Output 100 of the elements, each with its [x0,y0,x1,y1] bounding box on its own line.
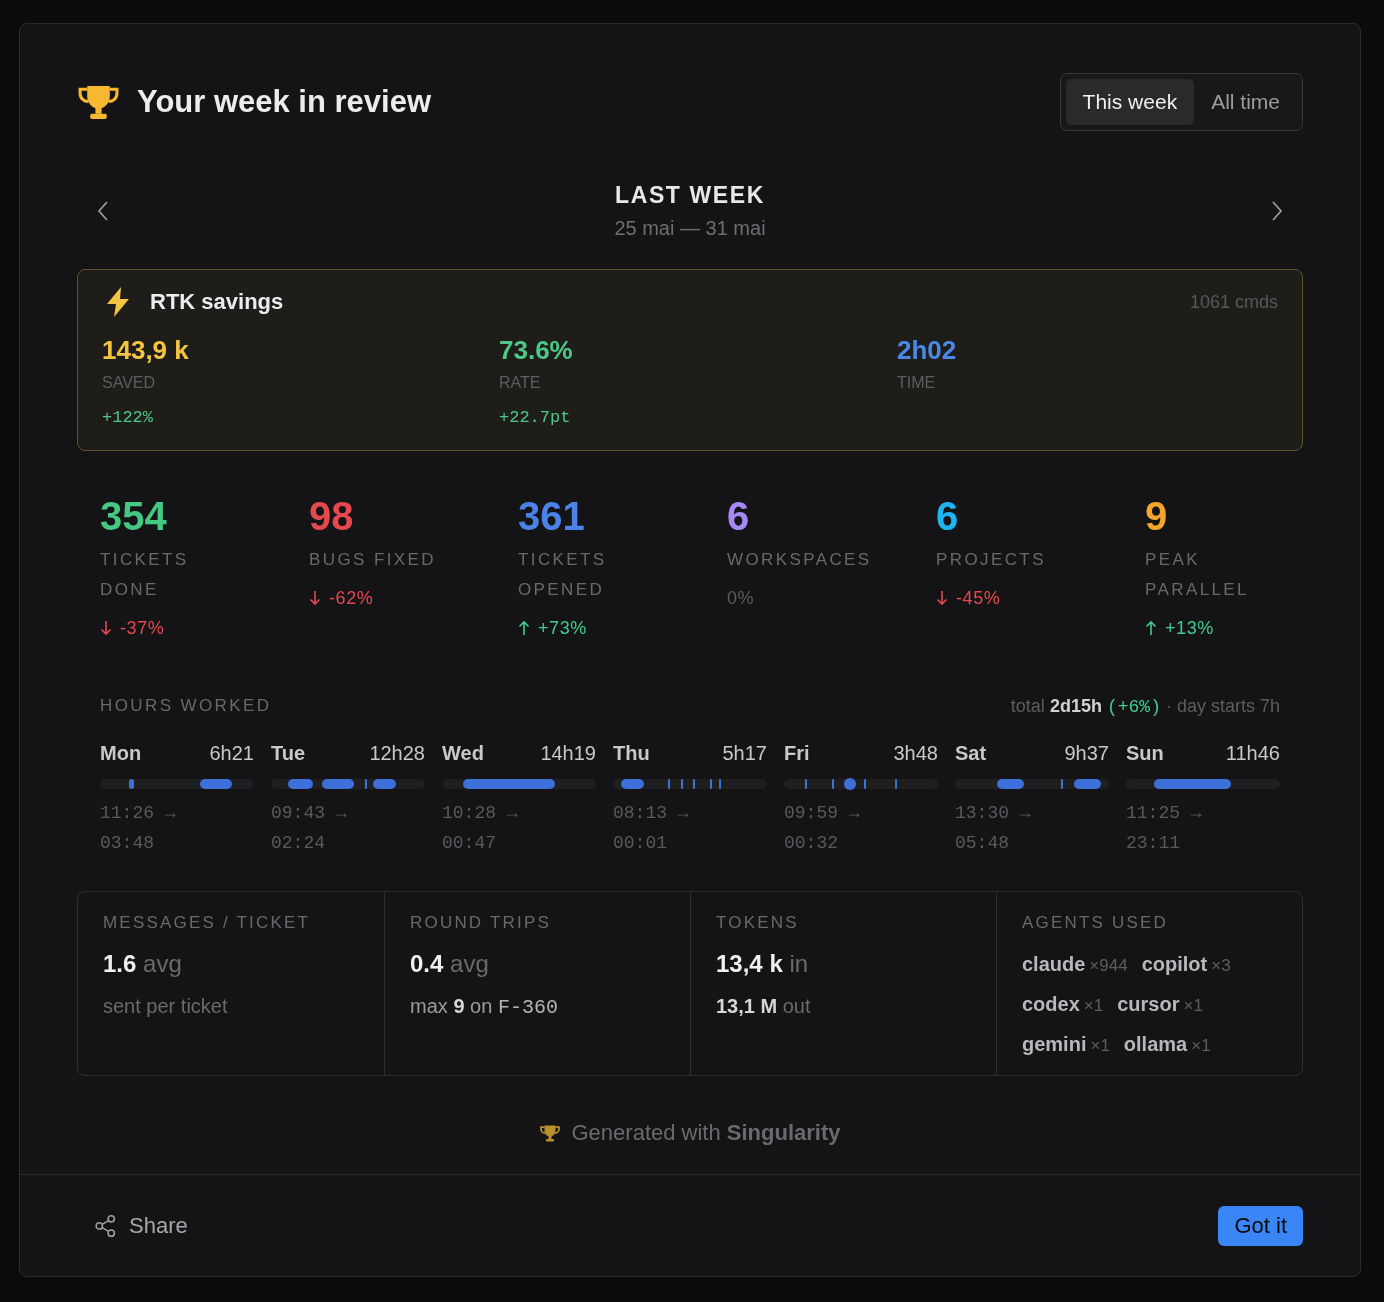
confirm-button[interactable]: Got it [1218,1205,1303,1246]
summary-detail: 13,1 M out [716,994,812,1019]
start-time: 10:28 → [442,802,519,825]
day-hours: 14h19 [540,741,596,765]
work-session-bar [693,779,696,789]
work-session-bar [844,778,857,790]
day-name: Mon [100,741,142,765]
week-dates: 25 mai — 31 mai [614,216,766,241]
stat-change: 0% [727,587,755,610]
end-time: 00:32 [784,832,839,855]
stat-change: +13% [1165,617,1214,640]
trophy-icon [78,84,119,120]
summary-value: 13,4 k in [716,949,810,979]
work-session-bar [364,779,367,789]
agent-usage: cursor ×1 [1117,992,1203,1017]
work-session-bar [620,779,644,789]
week-title: LAST WEEK [614,181,766,209]
day-name: Sat [955,741,987,765]
work-session-bar [129,779,134,789]
metric-value: 73.6% [499,334,574,366]
chevron-right-icon[interactable] [1271,201,1283,221]
stat-value: 6 [727,493,750,539]
work-session-bar [1073,779,1102,789]
range-tab[interactable]: This week [1065,79,1195,125]
metric-label: SAVED [102,373,157,393]
day-hours: 6h21 [209,741,254,765]
stat-change: -45% [956,587,1001,610]
summary-label: MESSAGES / TICKET [103,912,312,934]
day-hours: 11h46 [1225,741,1280,765]
start-time: 09:43 → [271,802,348,825]
stat-value: 9 [1145,493,1168,539]
window-title: Your week in review [137,83,432,121]
day-hours: 12h28 [369,741,425,765]
work-session-bar [804,779,807,789]
work-session-bar [719,779,722,789]
share-button[interactable]: Share [95,1212,188,1239]
day-hours: 9h37 [1064,741,1109,765]
work-session-bar [831,779,834,789]
metric-label: TIME [897,373,937,393]
end-time: 23:11 [1126,832,1181,855]
work-session-bar [668,779,671,789]
end-time: 03:48 [100,832,155,855]
end-time: 02:24 [271,832,326,855]
start-time: 09:59 → [784,802,861,825]
end-time: 00:47 [442,832,497,855]
metric-value: 2h02 [897,334,958,366]
summary-value: 1.6 avg [103,949,183,979]
stat-label: TICKETS OPENED [518,549,608,601]
stat-value: 361 [518,493,585,539]
summary-label: TOKENS [716,912,800,934]
range-tab[interactable]: All time [1194,79,1297,125]
stat-label: BUGS FIXED [309,549,436,571]
agent-usage: ollama ×1 [1123,1032,1211,1057]
work-session-bar [287,779,313,789]
hours-title: HOURS WORKED [100,696,272,716]
start-time: 08:13 → [613,802,690,825]
agent-usage: codex ×1 [1022,992,1104,1017]
metric-value: 143,9 k [102,334,190,366]
work-session-bar [996,779,1025,789]
metric-label: RATE [499,373,542,393]
agent-usage: copilot ×3 [1141,952,1231,977]
metric-change: +22.7pt [499,407,572,429]
stat-value: 6 [936,493,959,539]
summary-value: 0.4 avg [410,949,490,979]
summary-label: AGENTS USED [1022,912,1170,934]
day-name: Wed [442,741,484,765]
work-session-bar [372,779,396,789]
stat-value: 354 [100,493,167,539]
agent-usage: claude ×944 [1022,952,1128,977]
share-icon [95,1213,116,1238]
stat-change: +73% [538,617,587,640]
work-session-bar [321,779,355,789]
agent-usage: gemini ×1 [1022,1032,1110,1057]
day-name: Fri [784,741,810,765]
lightning-bolt-icon [106,287,130,317]
day-hours: 3h48 [893,741,938,765]
hours-total-summary: total 2d15h (+6%) · day starts 7h [1010,695,1280,717]
day-name: Sun [1126,741,1164,765]
summary-label: ROUND TRIPS [410,912,552,934]
trophy-icon [539,1124,560,1142]
summary-detail: sent per ticket [103,994,229,1019]
work-session-bar [200,779,233,789]
chevron-left-icon[interactable] [97,201,109,221]
end-time: 05:48 [955,832,1010,855]
start-time: 11:25 → [1126,802,1203,825]
stat-label: PROJECTS [936,549,1046,571]
savings-title: RTK savings [150,289,284,315]
day-hours: 5h17 [722,741,767,765]
day-name: Tue [271,741,306,765]
work-session-bar [680,779,683,789]
metric-change: +122% [102,407,154,429]
work-session-bar [894,779,897,789]
stat-label: TICKETS DONE [100,549,190,601]
day-name: Thu [613,741,650,765]
stat-change: -62% [329,587,374,610]
summary-detail: max 9 on F-360 [410,994,559,1021]
work-session-bar [1061,779,1064,789]
stat-label: WORKSPACES [727,549,872,571]
stat-label: PEAK PARALLEL [1145,549,1250,601]
stat-value: 98 [309,493,354,539]
